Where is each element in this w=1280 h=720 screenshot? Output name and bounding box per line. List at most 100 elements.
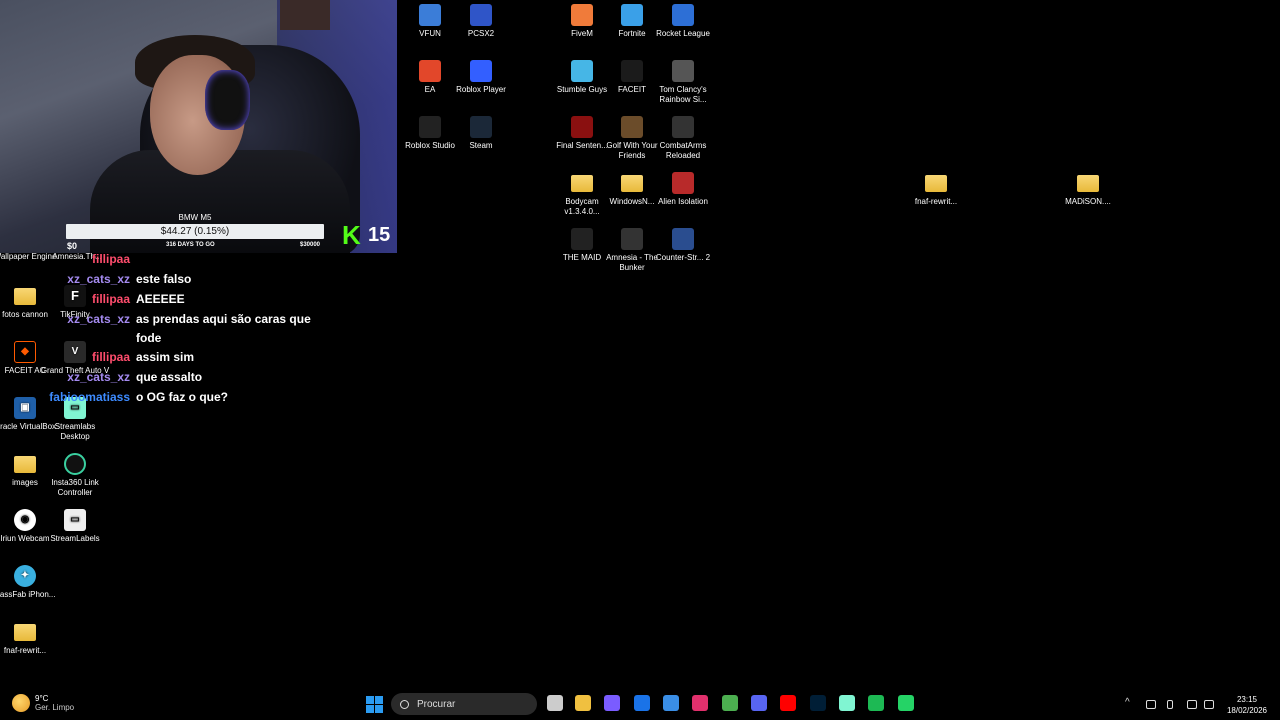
final-sentence-icon (571, 116, 593, 138)
fortnite-icon (621, 4, 643, 26)
desktop-icon-combat-arms[interactable]: CombatArms Reloaded (648, 116, 718, 161)
pcsx2-icon (470, 4, 492, 26)
vfun-icon (419, 4, 441, 26)
desktop-icon-label: CombatArms Reloaded (659, 141, 707, 160)
desktop-icon-label: Rocket League (656, 29, 710, 38)
chat-text: o OG faz o que? (136, 390, 228, 404)
task-view-icon[interactable] (547, 695, 563, 711)
clock-date: 18/02/2026 (1226, 706, 1268, 715)
desktop-icon-folder[interactable]: MADiSON.... (1053, 172, 1123, 207)
kick-logo-icon: K (342, 220, 361, 250)
desktop-icon-label: Alien Isolation (658, 197, 708, 206)
streamlabels-icon: ▭ (64, 509, 86, 531)
iriun-icon: ◉ (14, 509, 36, 531)
store-icon[interactable] (663, 695, 679, 711)
clock[interactable]: 23:15 18/02/2026 (1222, 694, 1272, 716)
chat-username: fillipaa (91, 252, 130, 266)
desktop-icon-fnaf-rewrite-left[interactable]: fnaf-rewrit... (0, 621, 60, 656)
gta-icon: V (64, 341, 86, 363)
combat-arms-icon (672, 116, 694, 138)
chat-text: assim sim (136, 350, 195, 364)
streamlabs-icon[interactable] (839, 695, 855, 711)
goal-end: $30000 (300, 242, 321, 248)
photoshop-icon[interactable] (810, 695, 826, 711)
desktop-icon-label: PCSX2 (467, 29, 495, 38)
chevron-up-icon[interactable]: ^ (1125, 697, 1135, 708)
chrome-icon[interactable] (722, 695, 738, 711)
weather-condition: Ger. Limpo (35, 703, 75, 712)
search-placeholder: Procurar (417, 698, 456, 710)
faceit-ac-icon: ◆ (14, 341, 36, 363)
search-box[interactable]: Procurar (391, 693, 537, 715)
desktop-icon-insta360[interactable]: Insta360 Link Controller (40, 453, 110, 498)
chat-username: fabioomatiass (49, 390, 130, 404)
desktop-icon-pcsx2[interactable]: PCSX2 (446, 4, 516, 39)
file-explorer-icon[interactable] (575, 695, 591, 711)
folder-icon (571, 175, 593, 192)
roblox-icon (470, 60, 492, 82)
spotify-icon[interactable] (868, 695, 884, 711)
onedrive-icon[interactable] (1146, 700, 1156, 709)
desktop-icon-streamlabels[interactable]: ▭ StreamLabels (40, 509, 110, 544)
desktop-icon-label: fnaf-rewrit... (914, 197, 958, 206)
folder-icon (14, 624, 36, 641)
search-icon (400, 699, 409, 709)
weather-temp: 9°C (35, 694, 49, 703)
golf-icon (621, 116, 643, 138)
weather-widget[interactable]: 9°C Ger. Limpo (12, 694, 74, 712)
desktop-icon-alien[interactable]: Alien Isolation (648, 172, 718, 207)
chat-username: xz_cats_xz (67, 312, 130, 326)
steam-icon (470, 116, 492, 138)
desktop-icon-steam[interactable]: Steam (446, 116, 516, 151)
goal-amount: $44.27 (0.15%) (160, 226, 230, 237)
desktop-icon-passfab[interactable]: ✦ PassFab iPhon... (0, 565, 60, 600)
folder-icon (621, 175, 643, 192)
chat-text: este falso (136, 272, 192, 286)
desktop-icon-rocket-league[interactable]: Rocket League (648, 4, 718, 39)
desktop-icon-label: Counter-Str... 2 (655, 253, 711, 262)
goal-title: BMW M5 (178, 213, 212, 222)
desktop-icon-roblox[interactable]: Roblox Player (446, 60, 516, 95)
youtube-icon[interactable] (780, 695, 796, 711)
cs2-icon (672, 228, 694, 250)
folder-icon (14, 456, 36, 473)
rocket-league-icon (672, 4, 694, 26)
clock-time: 23:15 (1236, 695, 1258, 704)
the-maid-icon (571, 228, 593, 250)
desktop-icon-label: Steam (469, 141, 493, 150)
copilot-icon[interactable] (604, 695, 620, 711)
desktop-icon-label: MADiSON.... (1065, 197, 1111, 206)
chat-text: que assalto (136, 370, 203, 384)
insta360-icon (64, 453, 86, 475)
roblox-studio-icon (419, 116, 441, 138)
desktop-icon-folder[interactable]: fnaf-rewrit... (901, 172, 971, 207)
goal-start: $0 (67, 241, 78, 251)
ea-icon (419, 60, 441, 82)
kick-viewer-count: 15 (368, 224, 391, 246)
start-button[interactable] (366, 696, 383, 713)
desktop-icon-label: Tom Clancy's Rainbow Si... (659, 85, 707, 104)
microphone-icon[interactable] (1167, 700, 1173, 709)
taskbar: 9°C Ger. Limpo Procurar ^ 23:15 18/02/20… (0, 688, 1280, 720)
folder-icon (1077, 175, 1099, 192)
instagram-icon[interactable] (692, 695, 708, 711)
volume-icon[interactable] (1204, 700, 1214, 709)
weather-icon (12, 694, 30, 712)
outlook-icon[interactable] (634, 695, 650, 711)
chat-text: AEEEEE (136, 292, 185, 306)
folder-icon (925, 175, 947, 192)
folder-icon (14, 288, 36, 305)
faceit-icon (621, 60, 643, 82)
chat-username: xz_cats_xz (67, 370, 130, 384)
chat-username: fillipaa (91, 292, 130, 306)
webcam-overlay: BMW M5 $44.27 (0.15%) $0 316 DAYS TO GO … (0, 0, 397, 253)
discord-icon[interactable] (751, 695, 767, 711)
desktop-icon-cs2[interactable]: Counter-Str... 2 (648, 228, 718, 263)
chat-text: as prendas aqui são caras que fode (136, 312, 311, 345)
desktop-icon-rainbow-six[interactable]: Tom Clancy's Rainbow Si... (648, 60, 718, 105)
whatsapp-icon[interactable] (898, 695, 914, 711)
amnesia-bunker-icon (621, 228, 643, 250)
network-icon[interactable] (1187, 700, 1197, 709)
goal-days: 316 DAYS TO GO (166, 242, 215, 248)
desktop-icon-label: Roblox Player (456, 85, 506, 94)
